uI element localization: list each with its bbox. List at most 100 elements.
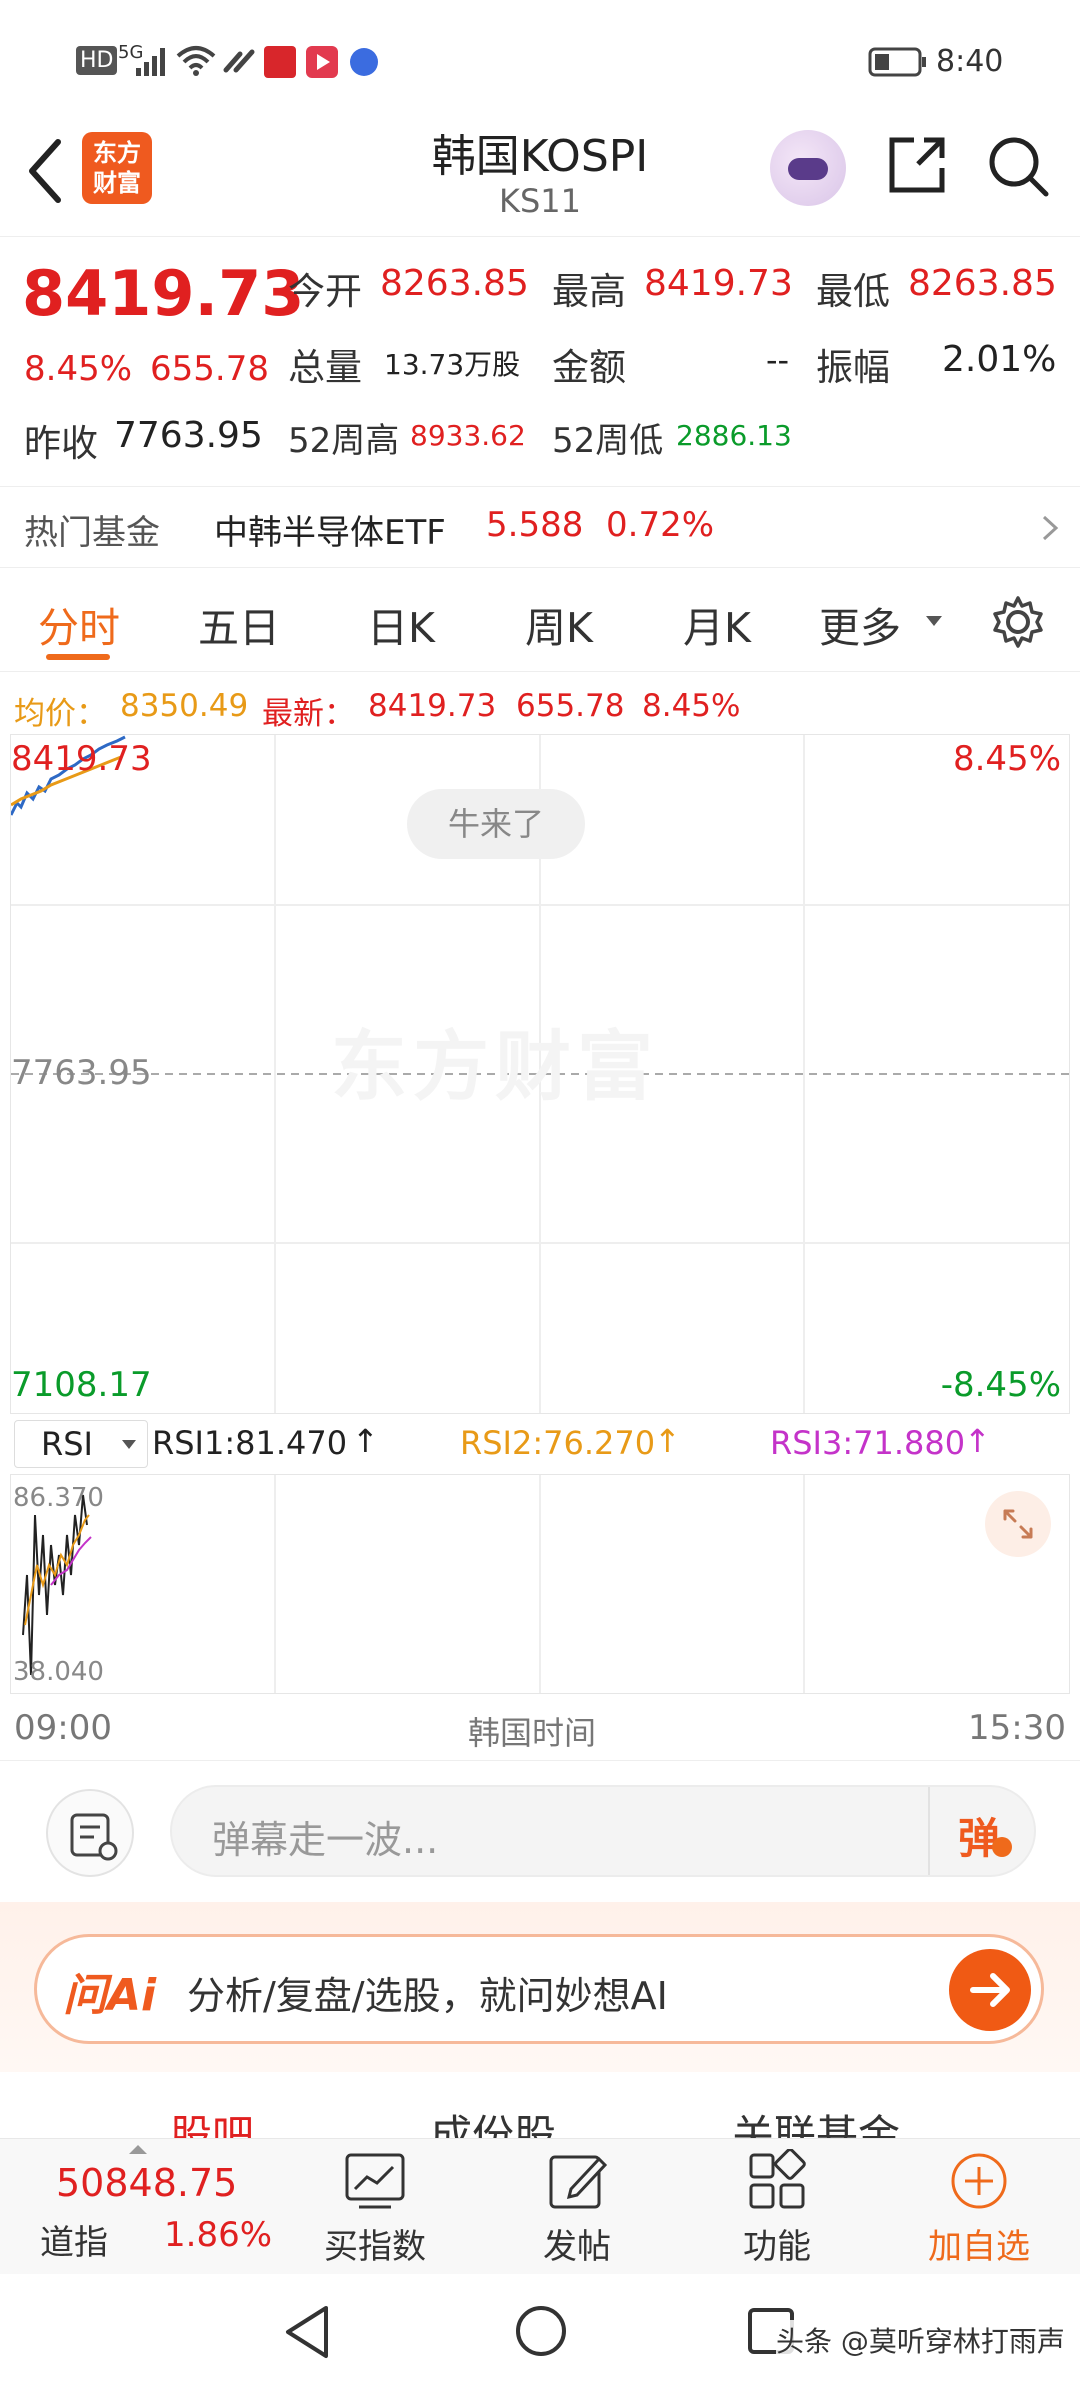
tab-active-indicator <box>46 654 110 660</box>
ai-logo: 问Ai <box>63 1970 157 2021</box>
sub-tabs: 股吧 成份股 关联基金 <box>0 2074 1080 2140</box>
volume-value: 13.73万股 <box>384 348 521 381</box>
hot-fund-row[interactable]: 热门基金 中韩半导体ETF 5.588 0.72% <box>0 486 1080 568</box>
add-watchlist-button[interactable]: 加自选 <box>904 2149 1054 2268</box>
buy-index-label: 买指数 <box>324 2227 426 2267</box>
danmu-toggle[interactable]: 弹 <box>958 1805 1000 1866</box>
signal-icon <box>136 48 165 76</box>
hot-fund-name[interactable]: 中韩半导体ETF <box>214 505 446 554</box>
hot-fund-change: 0.72% <box>606 505 715 545</box>
ai-prompt-text: 分析/复盘/选股，就问妙想AI <box>187 1974 668 2018</box>
danmu-row: 弹幕走一波... 弹 <box>0 1760 1080 1902</box>
danmu-input[interactable]: 弹幕走一波... 弹 <box>170 1785 1036 1877</box>
amount-value: -- <box>766 341 790 379</box>
tab-intraday[interactable]: 分时 <box>4 594 154 654</box>
system-nav-bar: 头条 @莫听穿林打雨声 <box>0 2274 1080 2388</box>
open-value: 8263.85 <box>380 263 529 304</box>
amplitude-label: 振幅 <box>816 346 890 389</box>
ai-assistant-avatar[interactable] <box>770 130 846 206</box>
rsi2-value: RSI2:76.270 <box>460 1424 656 1462</box>
tab-daily-k[interactable]: 日K <box>326 594 476 654</box>
caret-down-icon <box>926 616 942 626</box>
intraday-chart[interactable]: 东方财富 8419.73 8.45% 7763.95 7108.17 -8.45… <box>10 734 1070 1414</box>
latest-label: 最新： <box>262 696 355 732</box>
search-icon[interactable] <box>984 132 1052 200</box>
share-icon[interactable] <box>884 132 950 198</box>
brand-watermark: 东方财富 <box>331 1022 659 1111</box>
check-icon <box>992 1837 1012 1857</box>
rsi3-value: RSI3:71.880 <box>770 1424 966 1462</box>
arrow-right-icon <box>970 1973 1010 2007</box>
grid-icon <box>749 2149 806 2209</box>
home-circle-icon[interactable] <box>514 2304 568 2358</box>
tab-weekly-k[interactable]: 周K <box>484 594 634 654</box>
time-zone-label: 韩国时间 <box>468 1714 597 1752</box>
high-label: 最高 <box>552 270 626 313</box>
wk52-high-value: 8933.62 <box>410 419 526 452</box>
danmu-settings-button[interactable] <box>46 1789 134 1877</box>
functions-label: 功能 <box>743 2227 811 2267</box>
rsi1-value: RSI1:81.470 <box>152 1424 348 1462</box>
status-bar: HD 5G 8:40 <box>0 0 1080 120</box>
index-value: 50848.75 <box>56 2161 238 2205</box>
buy-index-button[interactable]: 买指数 <box>300 2149 450 2268</box>
arrow-up-icon: ↑ <box>352 1422 379 1460</box>
rsi-chart[interactable]: 86.370 38.040 <box>10 1474 1070 1694</box>
open-label: 今开 <box>288 270 362 313</box>
expand-button[interactable] <box>985 1491 1051 1557</box>
ai-go-button[interactable] <box>949 1949 1031 2031</box>
high-value: 8419.73 <box>644 263 793 304</box>
post-button[interactable]: 发帖 <box>502 2149 652 2268</box>
tab-guba[interactable]: 股吧 <box>170 2102 254 2140</box>
wk52-low-label: 52周低 <box>552 421 664 461</box>
wk52-high-label: 52周高 <box>288 421 400 461</box>
danmu-placeholder: 弹幕走一波... <box>212 1818 439 1862</box>
rsi-chart-grid <box>22 1475 805 1693</box>
tab-related-funds[interactable]: 关联基金 <box>732 2102 900 2140</box>
wk52-low-value: 2886.13 <box>676 419 792 452</box>
arrow-up-icon: ↑ <box>654 1422 681 1460</box>
time-axis: 09:00 韩国时间 15:30 <box>0 1700 1080 1756</box>
latest-change-value: 655.78 <box>516 688 625 724</box>
danmu-bubble: 牛来了 <box>407 789 585 859</box>
index-ticker[interactable]: 50848.75 道指 1.86% <box>0 2139 290 2275</box>
video-app-icon <box>306 46 338 78</box>
hd-indicator: HD <box>76 46 118 75</box>
danmu-divider <box>928 1787 930 1875</box>
tab-components[interactable]: 成份股 <box>430 2102 556 2140</box>
caret-up-icon <box>129 2145 147 2154</box>
bottom-nav: 50848.75 道指 1.86% 买指数 发帖 功能 加自选 <box>0 2138 1080 2274</box>
credit-watermark: 头条 @莫听穿林打雨声 <box>776 2320 1065 2360</box>
tab-monthly-k[interactable]: 月K <box>642 594 792 654</box>
amplitude-value: 2.01% <box>942 339 1057 380</box>
time-end: 15:30 <box>968 1708 1066 1748</box>
rsi-bottom-label: 38.040 <box>13 1657 104 1687</box>
index-name: 道指 <box>40 2223 108 2263</box>
prev-close-label: 昨收 <box>24 422 98 465</box>
danmu-settings-icon <box>70 1813 118 1861</box>
prev-close-value: 7763.95 <box>114 415 263 456</box>
tab-five-day[interactable]: 五日 <box>164 594 314 654</box>
functions-button[interactable]: 功能 <box>702 2149 852 2268</box>
time-start: 09:00 <box>14 1708 112 1748</box>
rsi-header: RSI RSI1:81.470 ↑ RSI2:76.270 ↑ RSI3:71.… <box>0 1418 1080 1470</box>
change-percent: 8.45% <box>24 349 133 389</box>
latest-change-pct: 8.45% <box>642 688 741 724</box>
rsi-selector[interactable]: RSI <box>14 1420 148 1468</box>
chart-low-pct: -8.45% <box>940 1365 1061 1405</box>
add-watchlist-label: 加自选 <box>928 2227 1030 2267</box>
expand-icon <box>1003 1509 1033 1539</box>
chart-high-label: 8419.73 <box>11 739 152 779</box>
settings-gear-icon[interactable] <box>990 594 1046 650</box>
amount-label: 金额 <box>552 346 626 389</box>
hot-fund-label: 热门基金 <box>24 513 160 553</box>
chart-info-line: 均价： 8350.49 最新： 8419.73 655.78 8.45% <box>0 680 1080 732</box>
app-notify-icon <box>264 46 296 78</box>
ai-ask-bar[interactable]: 问Ai 分析/复盘/选股，就问妙想AI <box>34 1934 1044 2044</box>
rsi-selector-label: RSI <box>41 1425 93 1463</box>
tab-more[interactable]: 更多 <box>800 594 920 654</box>
back-triangle-icon[interactable] <box>282 2304 332 2360</box>
current-price: 8419.73 <box>22 257 305 330</box>
change-value: 655.78 <box>150 349 269 389</box>
hot-fund-price: 5.588 <box>486 505 584 545</box>
